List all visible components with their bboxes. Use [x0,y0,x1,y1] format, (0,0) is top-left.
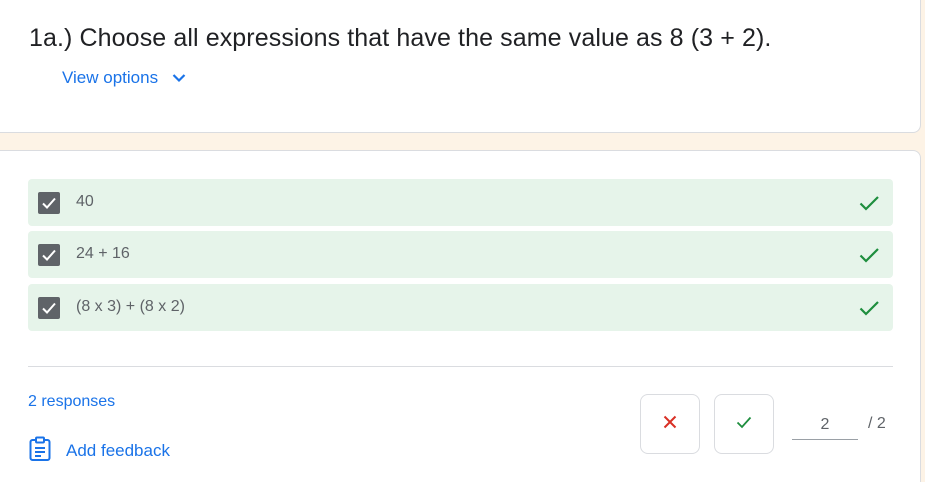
option-checkbox[interactable] [38,297,60,319]
add-feedback-button[interactable]: Add feedback [28,436,170,467]
option-label: 24 + 16 [76,245,130,262]
option-row: (8 x 3) + (8 x 2) [28,284,893,331]
question-title: 1a.) Choose all expressions that have th… [29,24,772,52]
mark-incorrect-button[interactable] [640,394,700,454]
clipboard-feedback-icon [28,436,52,467]
divider [28,366,893,367]
option-label: 40 [76,193,94,210]
check-icon [857,296,881,325]
close-icon [663,415,677,434]
view-options-button[interactable]: View options [62,66,186,90]
score-total: / 2 [868,415,886,432]
mark-correct-button[interactable] [714,394,774,454]
chevron-down-icon [172,73,186,83]
view-options-label: View options [62,68,159,87]
add-feedback-label: Add feedback [66,441,170,460]
check-icon [736,415,752,434]
score-input[interactable] [792,410,858,440]
responses-link[interactable]: 2 responses [28,393,115,411]
check-icon [857,243,881,272]
option-row: 40 [28,179,893,226]
check-icon [857,191,881,220]
option-checkbox[interactable] [38,192,60,214]
option-checkbox[interactable] [38,244,60,266]
option-row: 24 + 16 [28,231,893,278]
option-label: (8 x 3) + (8 x 2) [76,298,185,315]
